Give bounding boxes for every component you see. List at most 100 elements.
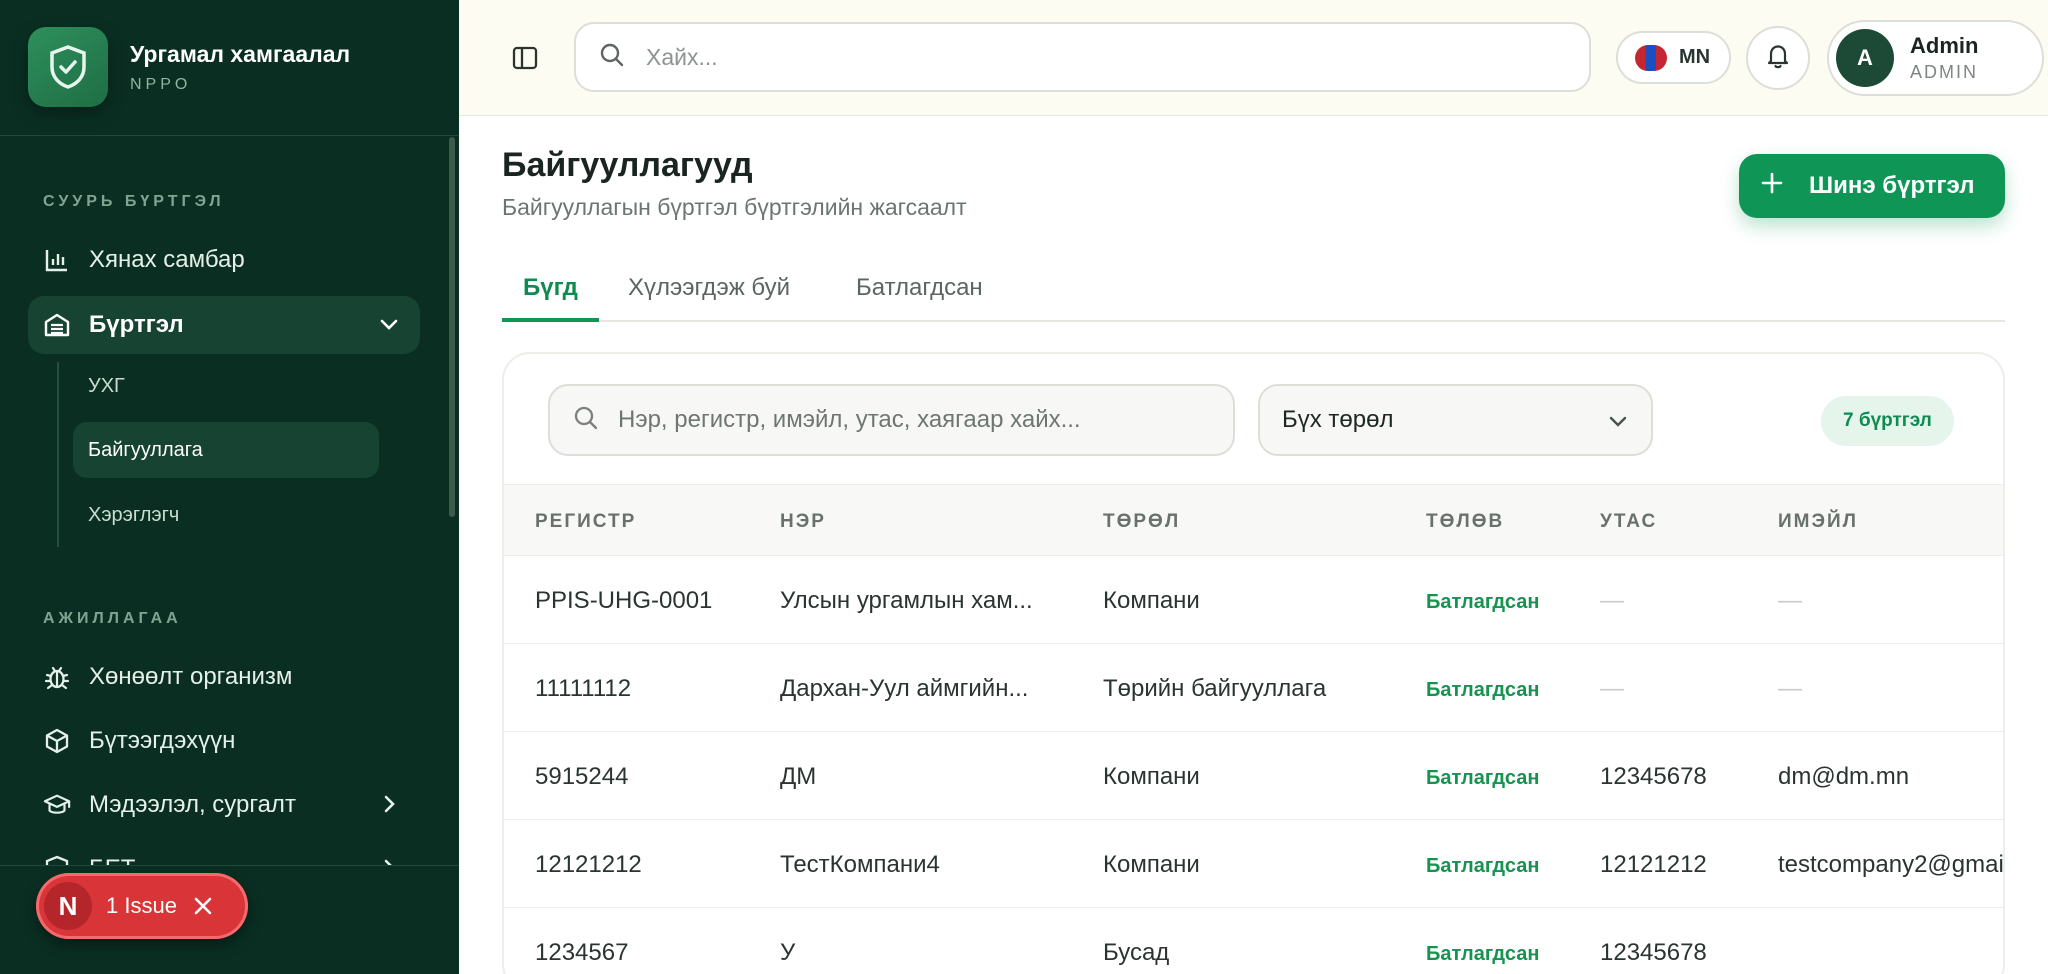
section-label-operations: АЖИЛЛАГАА	[43, 610, 182, 627]
divider	[0, 135, 459, 136]
status-badge: Батлагдсан	[1426, 679, 1540, 701]
brand[interactable]: Ургамал хамгаалал NPPO	[28, 27, 350, 107]
sidebar-subitem-user[interactable]: Хэрэглэгч	[73, 487, 379, 543]
global-search[interactable]	[574, 22, 1591, 92]
cell-register: 11111112	[535, 675, 632, 702]
column-header-phone[interactable]: УТАС	[1600, 511, 1657, 533]
global-search-input[interactable]	[646, 43, 1526, 71]
plus-icon	[1761, 172, 1783, 201]
sidebar-toggle-icon[interactable]	[511, 44, 541, 74]
column-header-status[interactable]: ТӨЛӨВ	[1426, 511, 1504, 533]
sidebar-item-pest[interactable]: Хөнөөлт организм	[28, 648, 420, 706]
table-row[interactable]: 12121212 ТестКомпани4 Компани Батлагдсан…	[504, 820, 2004, 908]
status-badge: Батлагдсан	[1426, 767, 1540, 789]
cell-phone: —	[1600, 587, 1624, 614]
notifications-button[interactable]	[1746, 26, 1810, 90]
cell-type: Төрийн байгууллага	[1103, 675, 1327, 702]
table-row[interactable]: 5915244 ДМ Компани Батлагдсан 12345678 d…	[504, 732, 2003, 820]
cell-email: —	[1778, 587, 1802, 614]
table-row[interactable]: 1234567 У Бусад Батлагдсан 12345678	[504, 908, 2003, 974]
submenu-guide-line	[57, 362, 59, 547]
record-count-badge: 7 бүртгэл	[1821, 396, 1954, 446]
cell-register: 5915244	[535, 763, 629, 790]
bar-chart-icon	[43, 246, 71, 274]
cell-name: ТестКомпани4	[780, 851, 940, 878]
cell-name: У	[780, 939, 796, 966]
type-filter-select[interactable]: Бүх төрөл	[1258, 384, 1653, 456]
search-icon	[598, 41, 626, 74]
issue-indicator[interactable]: N 1 Issue	[36, 873, 248, 939]
section-label-base: СУУРЬ БҮРТГЭЛ	[43, 193, 225, 210]
cell-type: Компани	[1103, 763, 1200, 790]
close-icon[interactable]	[191, 894, 215, 918]
status-badge: Батлагдсан	[1426, 943, 1540, 965]
sidebar-item-dashboard[interactable]: Хянах самбар	[28, 231, 420, 289]
cell-name: Дархан-Уул аймгийн...	[780, 675, 1029, 702]
column-header-email[interactable]: ИМЭЙЛ	[1778, 511, 1858, 533]
cell-email: testcompany2@gmail.com	[1778, 851, 2004, 878]
new-registration-button[interactable]: Шинэ бүртгэл	[1739, 154, 2005, 218]
sidebar-scrollbar[interactable]	[449, 137, 455, 517]
chevron-down-icon	[378, 313, 400, 342]
topbar: MN A Admin ADMIN	[459, 0, 2048, 116]
column-header-name[interactable]: НЭР	[780, 511, 826, 533]
sidebar-subitem-organization[interactable]: Байгууллага	[73, 422, 379, 478]
mongolia-flag-icon	[1635, 44, 1667, 71]
user-name: Admin	[1910, 33, 1979, 58]
cell-type: Бусад	[1103, 939, 1170, 966]
page-subtitle: Байгууллагын бүртгэл бүртгэлийн жагсаалт	[502, 194, 967, 220]
cell-type: Компани	[1103, 851, 1200, 878]
sidebar: Ургамал хамгаалал NPPO СУУРЬ БҮРТГЭЛ Хян…	[0, 0, 459, 974]
sidebar-item-label: Бүтээгдэхүүн	[89, 727, 236, 754]
column-header-type[interactable]: ТӨРӨЛ	[1103, 511, 1180, 533]
search-icon	[572, 404, 600, 437]
cell-register: 12121212	[535, 851, 642, 878]
column-header-register[interactable]: РЕГИСТР	[535, 511, 636, 533]
status-badge: Батлагдсан	[1426, 855, 1540, 877]
sidebar-item-label: Бүртгэл	[89, 311, 184, 338]
brand-subtitle: NPPO	[130, 75, 192, 93]
cell-phone: —	[1600, 675, 1624, 702]
sidebar-item-products[interactable]: Бүтээгдэхүүн	[28, 712, 420, 770]
table-search-input[interactable]	[618, 406, 1218, 434]
tab-all[interactable]: Бүгд	[502, 274, 599, 322]
table-row[interactable]: PPIS-UHG-0001 Улсын ургамлын хам... Комп…	[504, 556, 2003, 644]
chevron-down-icon	[1607, 410, 1629, 439]
shield-logo-icon	[28, 27, 108, 107]
cell-type: Компани	[1103, 587, 1200, 614]
cell-phone: 12121212	[1600, 851, 1707, 878]
page-title: Байгууллагууд	[502, 146, 753, 184]
status-tabs: Бүгд Хүлээгдэж буй Батлагдсан	[502, 262, 2005, 322]
box-icon	[43, 727, 71, 755]
table-search[interactable]	[548, 384, 1235, 456]
tab-approved[interactable]: Батлагдсан	[856, 274, 983, 322]
cell-register: 1234567	[535, 939, 629, 966]
table-header: РЕГИСТР НЭР ТӨРӨЛ ТӨЛӨВ УТАС ИМЭЙЛ	[504, 484, 2003, 556]
cell-email: dm@dm.mn	[1778, 763, 1910, 790]
sidebar-item-info[interactable]: Мэдээлэл, сургалт	[28, 776, 420, 834]
sidebar-subitem-uhg[interactable]: УХГ	[73, 358, 379, 414]
new-button-label: Шинэ бүртгэл	[1809, 172, 1975, 199]
sidebar-item-registration[interactable]: Бүртгэл	[28, 296, 420, 354]
language-switcher[interactable]: MN	[1616, 31, 1731, 84]
tab-pending[interactable]: Хүлээгдэж буй	[628, 274, 790, 322]
user-role: ADMIN	[1910, 62, 1978, 82]
table-row[interactable]: 11111112 Дархан-Уул аймгийн... Төрийн ба…	[504, 644, 2003, 732]
avatar: A	[1836, 29, 1894, 87]
type-filter-value: Бүх төрөл	[1282, 406, 1394, 433]
user-menu[interactable]: A Admin ADMIN	[1827, 20, 2044, 96]
cell-register: PPIS-UHG-0001	[535, 587, 713, 614]
cell-name: Улсын ургамлын хам...	[780, 587, 1033, 614]
cell-email: —	[1778, 675, 1802, 702]
cell-name: ДМ	[780, 763, 817, 790]
building-icon	[43, 311, 71, 339]
brand-title: Ургамал хамгаалал	[130, 40, 351, 67]
sidebar-item-label: Хянах самбар	[89, 246, 245, 273]
chevron-right-icon	[378, 793, 400, 822]
cell-phone: 12345678	[1600, 939, 1707, 966]
bell-icon	[1765, 42, 1791, 75]
bug-icon	[43, 663, 71, 691]
issue-label: 1 Issue	[106, 893, 177, 918]
graduation-cap-icon	[43, 791, 71, 819]
language-label: MN	[1679, 46, 1711, 68]
